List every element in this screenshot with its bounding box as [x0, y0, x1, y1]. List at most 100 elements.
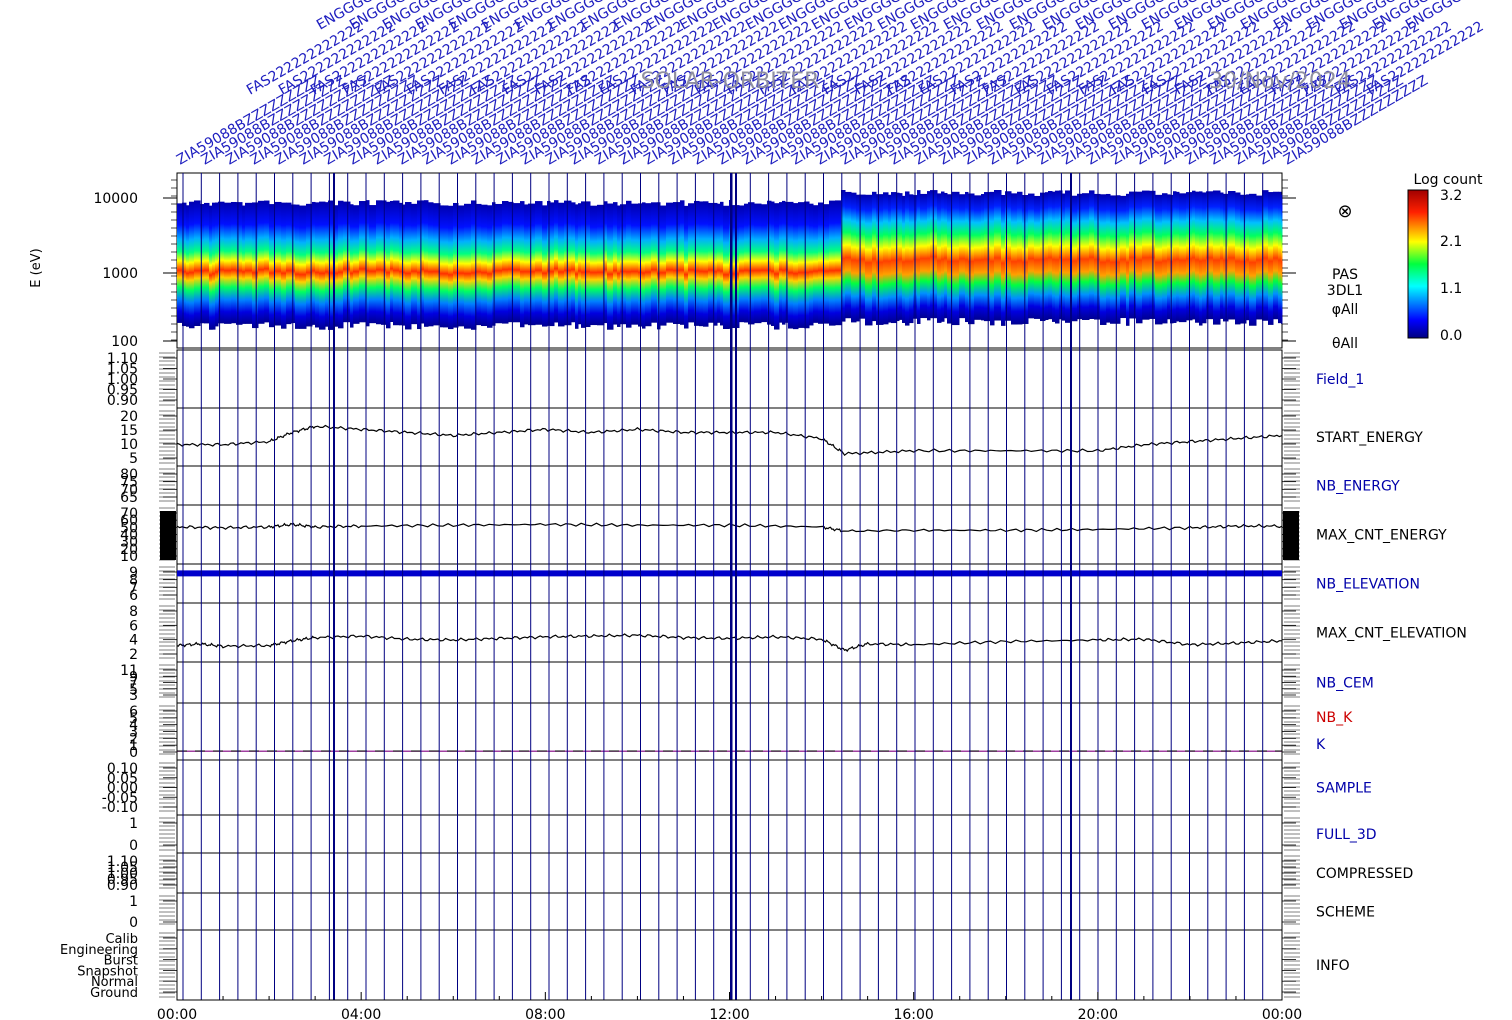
spectrogram-column	[917, 190, 921, 324]
spectrogram-column	[258, 200, 265, 324]
spectrogram-column	[1028, 193, 1035, 319]
spectrogram-column	[680, 200, 685, 325]
spectrogram-column	[252, 202, 259, 329]
spectrogram-column	[902, 195, 906, 323]
spectrogram-column	[1195, 191, 1200, 323]
spectrogram-column	[359, 201, 367, 323]
spectrogram-column	[476, 203, 482, 326]
spectrogram-column	[215, 202, 219, 327]
spectrogram-column	[554, 200, 559, 323]
spectrogram-column	[717, 203, 721, 323]
spectrogram-column	[299, 205, 307, 329]
spectrogram-column	[390, 200, 394, 323]
spectrogram-column	[1256, 195, 1263, 320]
spectrogram-column	[1011, 193, 1018, 325]
panel-label: INFO	[1316, 958, 1350, 974]
spectrogram-column	[703, 201, 709, 327]
panel-tick-label: 1	[129, 816, 138, 832]
spectrogram-column	[660, 205, 667, 326]
spectrogram-column	[1005, 191, 1012, 321]
spectrogram-column	[905, 191, 910, 326]
spectrogram-column	[1149, 190, 1156, 319]
spectrogram-column	[1206, 191, 1214, 320]
spectrogram-column	[597, 204, 605, 326]
spectrogram-column	[231, 201, 237, 324]
panel-tick-label: 0.90	[107, 878, 138, 894]
spectrogram-column	[748, 202, 755, 325]
spectrogram-column	[458, 205, 465, 327]
spectrogram-column	[369, 205, 377, 324]
spectrogram-column	[1055, 190, 1060, 324]
spectrogram-column	[1045, 192, 1049, 321]
spectrogram-column	[1048, 190, 1053, 320]
panel-tick-label: Ground	[90, 986, 138, 1001]
spectrogram-column	[981, 194, 985, 321]
spectrogram-column	[224, 202, 232, 324]
spectrogram-column	[481, 204, 488, 327]
spectrogram-column	[528, 203, 536, 326]
spectrogram-column	[851, 192, 857, 323]
spectrogram-column	[688, 203, 695, 323]
spectrogram-column	[1094, 193, 1101, 320]
spectrogram-column	[353, 205, 360, 324]
colorbar-gradient	[1407, 189, 1429, 339]
series-marker	[160, 511, 176, 560]
spectrogram-column	[1065, 190, 1071, 323]
spectrogram-column	[1129, 191, 1137, 319]
spectrogram-column	[818, 202, 824, 324]
time-tick-label: 12:00	[709, 1007, 749, 1020]
spectrogram-column	[558, 202, 565, 327]
panel-tick-label: 65	[120, 490, 138, 506]
panel-tick-label: 2	[129, 647, 138, 663]
spectrogram-column	[1034, 195, 1041, 319]
panel-tick-label: 3	[129, 688, 138, 704]
spectrogram-column	[1228, 191, 1236, 320]
spectrogram-column	[959, 194, 966, 319]
spectrogram-column	[1167, 194, 1171, 320]
spectrogram-column	[242, 205, 246, 324]
spectrogram-column	[739, 205, 745, 323]
spectrogram-column	[876, 194, 884, 325]
spectrogram-column	[965, 191, 969, 323]
spectrogram-column	[376, 200, 382, 325]
spectrogram-column	[952, 191, 960, 326]
panel-label: SCHEME	[1316, 905, 1375, 921]
spectrogram-column	[1162, 193, 1168, 324]
panel-label: START_ENERGY	[1316, 430, 1423, 446]
spectrogram-column	[990, 191, 995, 326]
spectrogram-column	[856, 194, 860, 322]
spectrogram-column	[645, 203, 652, 327]
spectrogram-column	[1110, 195, 1117, 324]
spectrogram-column	[502, 201, 509, 324]
spectrogram-column	[1062, 193, 1066, 321]
spectrogram-column	[1179, 193, 1187, 323]
spectrogram-column	[350, 204, 354, 328]
spectrogram-column	[1120, 195, 1127, 319]
spectrogram-column	[487, 205, 493, 328]
spectrogram-column	[319, 201, 326, 330]
panel-label: SAMPLE	[1316, 781, 1372, 797]
spectrogram-column	[393, 200, 400, 326]
panel-tick-label: -0.10	[102, 800, 138, 816]
spectrogram-column	[927, 191, 931, 321]
spectrogram-symbol: ⊗	[1337, 201, 1352, 222]
spectrogram-column	[443, 205, 449, 328]
spectrogram-column	[883, 192, 889, 325]
panel-tick-label: 5	[129, 451, 138, 467]
colorbar: Log count 3.2 2.1 1.1 0.0	[1407, 172, 1483, 344]
spectrogram-column	[1202, 192, 1207, 324]
spectrogram-column	[236, 202, 243, 325]
spectrogram-column	[714, 202, 718, 326]
spectrogram-column	[366, 200, 370, 327]
spectrogram-column	[212, 202, 216, 330]
panel-label: COMPRESSED	[1316, 866, 1413, 882]
spectrogram-column	[744, 203, 749, 323]
spectrogram-column	[186, 205, 190, 327]
panel-label: NB_ELEVATION	[1316, 577, 1420, 593]
energy-tick-label: 10000	[93, 191, 138, 207]
spectrogram-column	[1173, 191, 1177, 323]
spectrogram-column	[872, 191, 877, 322]
spectrogram-column	[315, 202, 320, 328]
spectrogram-column	[194, 200, 201, 326]
spectrogram-column	[513, 203, 521, 323]
